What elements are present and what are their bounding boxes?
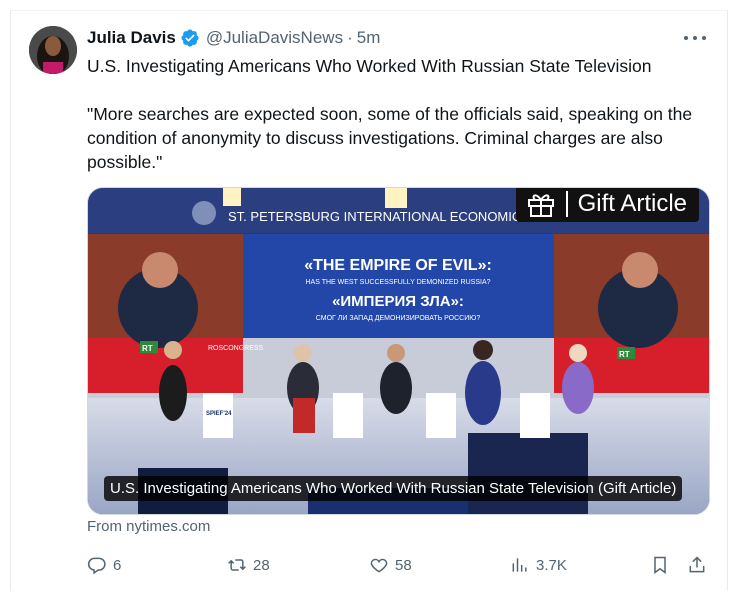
rt-label-right: RT [619, 350, 630, 359]
repost-icon [228, 559, 246, 571]
spief-label: SPIEF'24 [206, 411, 232, 417]
heart-icon [370, 558, 388, 573]
like-count: 58 [395, 556, 412, 574]
repost-button[interactable]: 28 [227, 554, 270, 576]
share-icon [689, 556, 705, 573]
like-button[interactable]: 58 [369, 554, 412, 576]
reply-count: 6 [113, 556, 122, 574]
repost-count: 28 [253, 556, 270, 574]
gift-icon [527, 194, 554, 217]
avatar[interactable] [29, 26, 77, 74]
tweet-quote: "More searches are expected soon, some o… [87, 104, 693, 172]
reply-button[interactable]: 6 [87, 554, 121, 576]
bookmark-icon [654, 556, 666, 574]
separator-dot: · [347, 28, 353, 47]
link-card[interactable]: ST. PETERSBURG INTERNATIONAL ECONOMIC FO… [87, 187, 710, 515]
rt-label-left: RT [142, 344, 153, 353]
gift-divider [565, 191, 568, 217]
banner-title-ru: «ИМПЕРИЯ ЗЛА»: [332, 293, 464, 310]
card-source[interactable]: From nytimes.com [87, 518, 210, 535]
tweet-headline: U.S. Investigating Americans Who Worked … [87, 56, 652, 76]
banner-subtitle-en: HAS THE WEST SUCCESSFULLY DEMONIZED RUSS… [305, 279, 490, 286]
tweet-header: Julia Davis @JuliaDavisNews · 5m [87, 27, 380, 49]
gift-article-badge: Gift Article [515, 188, 699, 222]
views-button[interactable]: 3.7K [510, 554, 567, 576]
bar-chart-icon [512, 558, 527, 572]
gift-article-label: Gift Article [577, 190, 687, 217]
view-count: 3.7K [536, 556, 567, 574]
more-icon[interactable] [684, 28, 706, 48]
more-dot [693, 36, 697, 40]
timestamp[interactable]: 5m [357, 28, 381, 48]
verified-badge-icon [181, 29, 199, 47]
more-dot [702, 36, 706, 40]
roscongress-label: ROSCONGRESS [208, 345, 264, 352]
bookmark-button[interactable] [650, 554, 676, 576]
tweet-actions: 6 28 58 3.7K [87, 554, 707, 576]
share-button[interactable] [687, 554, 713, 576]
avatar-image [29, 26, 77, 74]
card-caption[interactable]: U.S. Investigating Americans Who Worked … [104, 476, 683, 501]
author-handle[interactable]: @JuliaDavisNews [206, 28, 343, 48]
banner-subtitle-ru: СМОГ ЛИ ЗАПАД ДЕМОНИЗИРОВАТЬ РОССИЮ? [316, 315, 481, 322]
more-dot [684, 36, 688, 40]
reply-icon [87, 557, 106, 575]
author-name[interactable]: Julia Davis [87, 28, 176, 48]
article-image: ST. PETERSBURG INTERNATIONAL ECONOMIC FO… [88, 188, 709, 514]
banner-title-en: «THE EMPIRE OF EVIL»: [304, 257, 492, 274]
tweet-text: U.S. Investigating Americans Who Worked … [87, 54, 707, 174]
